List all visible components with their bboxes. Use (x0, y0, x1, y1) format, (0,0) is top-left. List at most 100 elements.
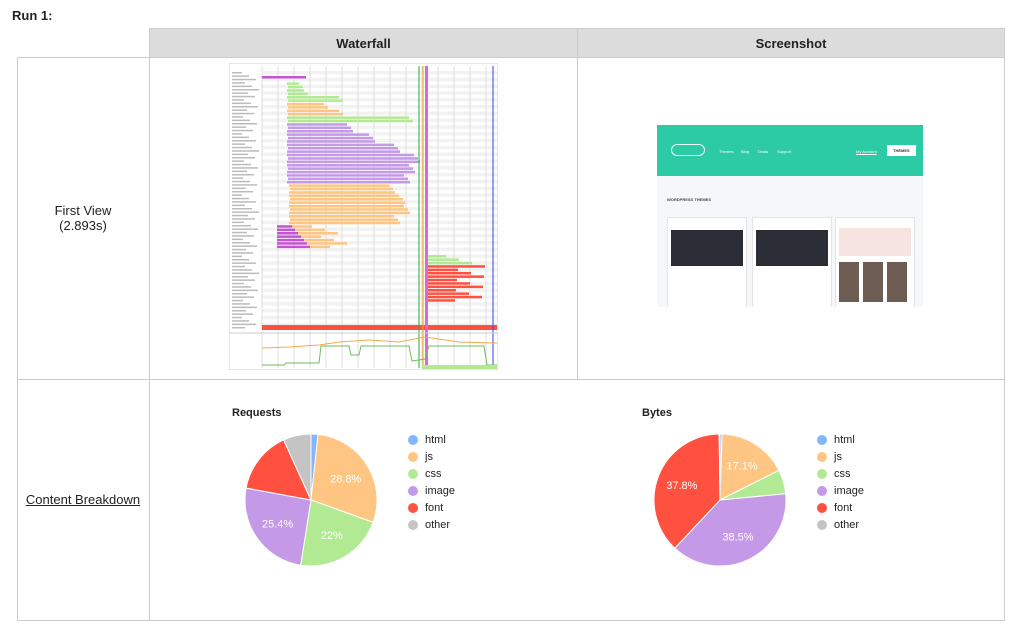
waterfall-url-label (232, 150, 259, 152)
waterfall-url-label (232, 310, 246, 312)
waterfall-bar (290, 187, 393, 191)
waterfall-bar (426, 272, 471, 275)
thumb-header: Themes Blog Deals Support My Account THE… (657, 125, 923, 176)
waterfall-bar (287, 181, 410, 184)
waterfall-url-label (232, 208, 252, 210)
waterfall-url-label (232, 225, 251, 227)
waterfall-bar (426, 275, 484, 278)
waterfall-bar (287, 116, 409, 119)
waterfall-bar (426, 278, 457, 282)
waterfall-url-label (232, 85, 252, 88)
waterfall-url-label (232, 296, 254, 298)
legend-label: other (425, 518, 451, 531)
waterfall-url-label (232, 157, 255, 159)
waterfall-bar (288, 167, 413, 170)
legend-label: css (425, 467, 442, 480)
content-breakdown-link[interactable]: Content Breakdown (26, 492, 140, 507)
waterfall-bar (287, 174, 404, 177)
waterfall-url-label (232, 187, 246, 190)
waterfall-url-label (232, 146, 252, 149)
waterfall-url-label (232, 197, 249, 200)
thumb-theme-card (667, 217, 747, 307)
thumb-account: My Account (856, 149, 877, 154)
waterfall-url-label (232, 75, 249, 77)
page-screenshot-thumbnail[interactable]: Themes Blog Deals Support My Account THE… (657, 125, 923, 307)
waterfall-url-label (232, 272, 259, 275)
pie-label-js: 17.1% (726, 461, 757, 473)
waterfall-bar (287, 82, 299, 85)
waterfall-bar (426, 295, 482, 299)
waterfall-url-label (232, 184, 257, 186)
waterfall-bar (287, 102, 324, 106)
legend-item-html: html (408, 431, 455, 448)
legend-dot-icon (408, 485, 418, 496)
legend-dot-icon (817, 451, 827, 462)
legend-label: font (834, 501, 853, 514)
waterfall-bar (289, 194, 399, 198)
waterfall-url-label (232, 303, 250, 305)
waterfall-bar (287, 150, 400, 153)
waterfall-url-label (232, 89, 259, 91)
waterfall-url-label (232, 153, 248, 156)
waterfall-bar (288, 136, 373, 140)
waterfall-url-label (232, 228, 258, 230)
thumb-nav-2: Deals (758, 149, 769, 154)
waterfall-url-label (232, 129, 253, 132)
waterfall-bar (287, 160, 420, 164)
waterfall-url-label (232, 106, 258, 108)
waterfall-url-label (232, 286, 251, 288)
waterfall-url-label (232, 316, 242, 319)
waterfall-url-label (232, 82, 245, 84)
waterfall-bar (287, 153, 414, 157)
waterfall-url-label (232, 167, 258, 169)
waterfall-url-label (232, 313, 253, 315)
waterfall-url-label (232, 252, 253, 254)
waterfall-url-label (232, 323, 256, 326)
legend-label: font (425, 501, 444, 514)
waterfall-url-label (232, 214, 248, 217)
waterfall-url-label (232, 78, 256, 81)
legend-dot-icon (408, 519, 418, 530)
waterfall-url-label (232, 201, 256, 203)
waterfall-bar (290, 218, 398, 221)
screenshot-header: Screenshot (577, 28, 1005, 58)
waterfall-url-label (232, 248, 246, 251)
legend-label: image (425, 484, 455, 497)
legend-dot-icon (408, 502, 418, 513)
waterfall-bar (287, 140, 375, 143)
waterfall-url-label (232, 92, 248, 94)
waterfall-url-label (232, 140, 256, 142)
pie-label-css: 22% (321, 530, 343, 542)
waterfall-url-label (232, 72, 242, 74)
legend-label: js (425, 450, 433, 463)
legend-item-css: css (817, 465, 864, 482)
waterfall-bar (288, 119, 413, 123)
waterfall-bar (287, 143, 394, 147)
waterfall-image[interactable] (229, 63, 498, 370)
thumb-nav-3: Support (777, 149, 792, 154)
waterfall-url-label (232, 242, 250, 244)
waterfall-url-label (232, 123, 257, 125)
run-title: Run 1: (12, 8, 53, 23)
waterfall-bar (426, 265, 485, 268)
waterfall-bar (288, 92, 308, 96)
waterfall-bar (288, 85, 303, 89)
requests-pie-title: Requests (232, 407, 282, 419)
waterfall-bar (287, 164, 409, 167)
legend-item-font: font (408, 499, 455, 516)
legend-item-css: css (408, 465, 455, 482)
waterfall-bar (289, 204, 404, 208)
legend-label: css (834, 467, 851, 480)
waterfall-bar (288, 147, 398, 150)
bytes-pie-title: Bytes (642, 407, 672, 419)
waterfall-url-label (232, 231, 247, 234)
waterfall-url-label (232, 293, 247, 295)
legend-item-js: js (408, 448, 455, 465)
first-view-time: (2.893s) (59, 218, 107, 233)
waterfall-bar (426, 299, 455, 302)
legend-label: html (834, 433, 855, 446)
waterfall-url-label (232, 269, 252, 271)
waterfall-bar (288, 99, 343, 102)
waterfall-url-label (232, 163, 251, 166)
waterfall-bar (288, 177, 408, 181)
